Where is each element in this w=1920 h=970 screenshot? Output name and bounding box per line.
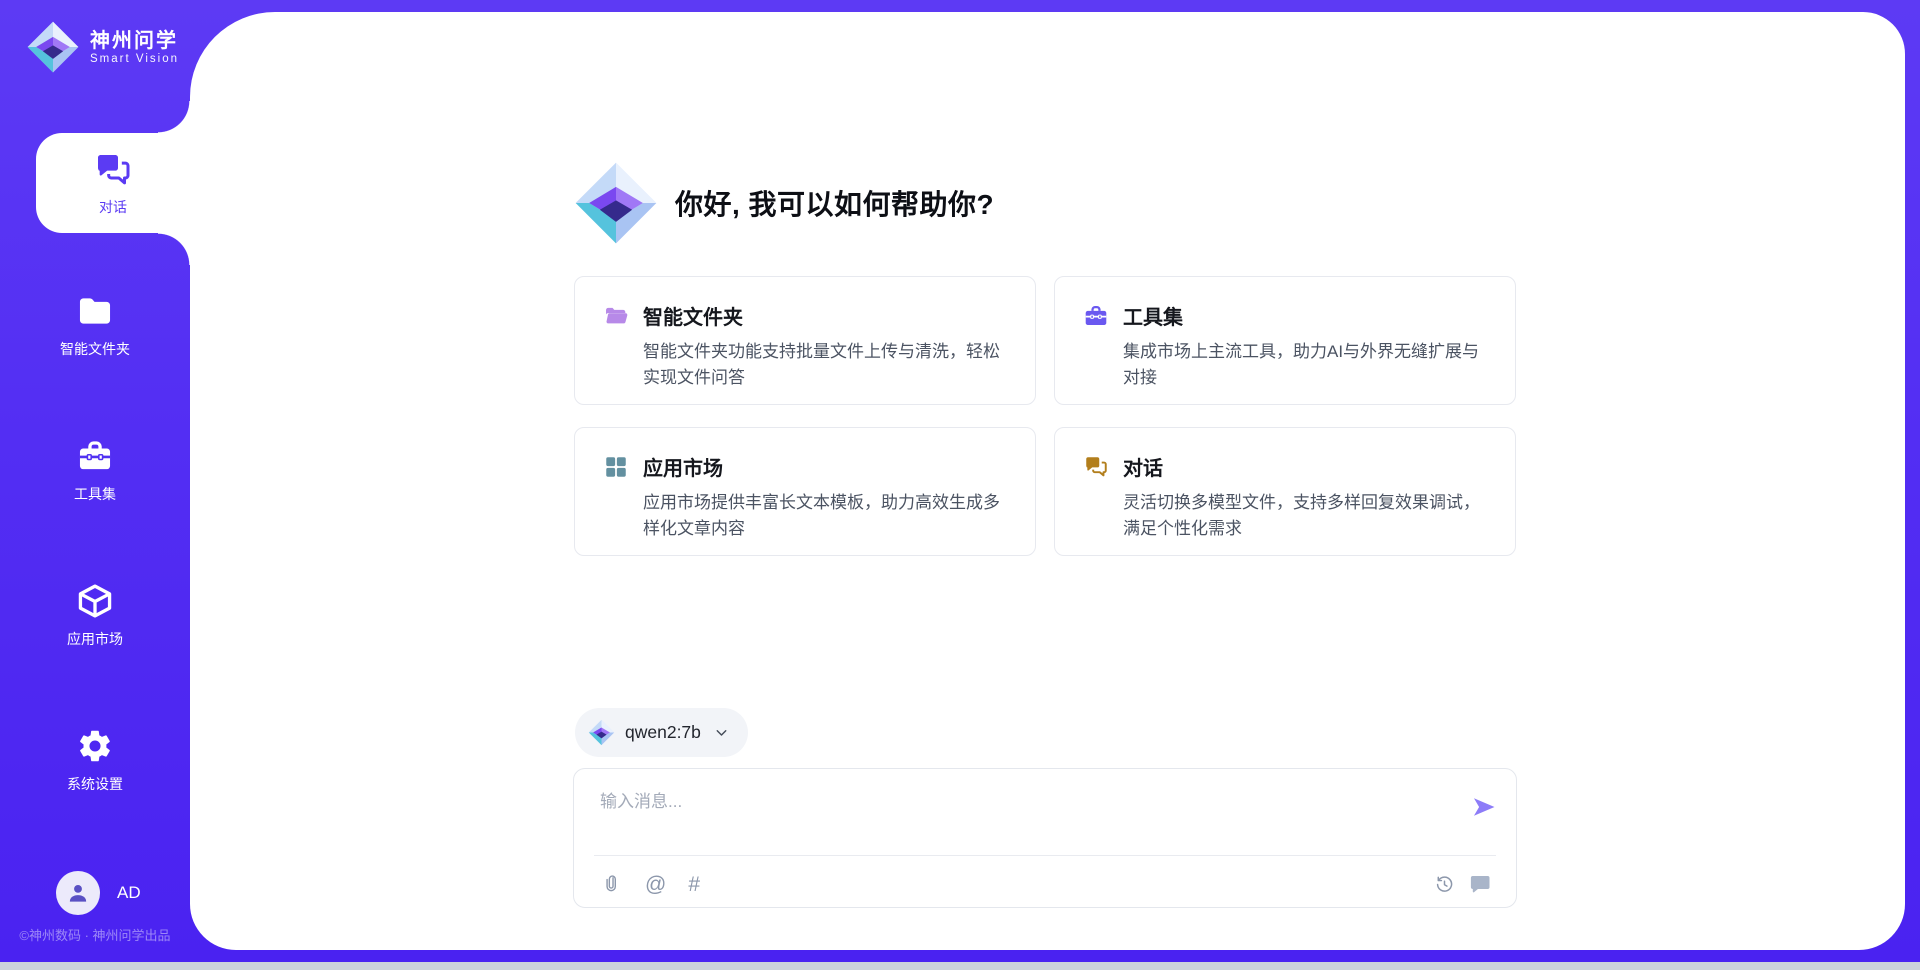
copyright-text: ©神州数码 · 神州问学出品 [0, 925, 190, 944]
chat-bubbles-icon [1083, 454, 1109, 480]
app-screen: 神州问学 Smart Vision 对话 智能文件夹 [0, 0, 1920, 970]
card-chat[interactable]: 对话 灵活切换多模型文件，支持多样回复效果调试，满足个性化需求 [1054, 427, 1516, 556]
active-item-bottom-curve [158, 233, 190, 265]
sidebar-item-label: 对话 [99, 197, 127, 217]
card-title: 应用市场 [643, 452, 723, 481]
model-selector[interactable]: qwen2:7b [575, 708, 748, 757]
brand-subtitle: Smart Vision [90, 53, 179, 65]
person-icon [65, 880, 91, 906]
card-title: 工具集 [1123, 301, 1183, 330]
topic-button[interactable]: # [688, 874, 700, 895]
sidebar-item-market[interactable]: 应用市场 [0, 567, 190, 663]
composer-toolbar: @ # [602, 869, 1492, 899]
brand-title: 神州问学 [90, 30, 179, 53]
sidebar-item-folders[interactable]: 智能文件夹 [0, 277, 190, 373]
folder-open-icon [603, 303, 629, 329]
user-menu[interactable]: AD [56, 871, 141, 915]
app-grid-icon [603, 454, 629, 480]
brand-logo: 神州问学 Smart Vision [26, 20, 179, 74]
avatar [56, 871, 100, 915]
page-bottom-edge [0, 962, 1920, 970]
send-icon [1470, 793, 1498, 821]
message-composer: @ # [573, 768, 1517, 908]
main-panel: 你好, 我可以如何帮助你? 智能文件夹 智能文件夹功能支持批量文件上传与清洗，轻… [190, 12, 1905, 950]
sidebar-item-label: 系统设置 [67, 774, 123, 794]
send-button[interactable] [1470, 793, 1498, 821]
gear-icon [76, 727, 114, 765]
sidebar: 神州问学 Smart Vision 对话 智能文件夹 [0, 0, 190, 962]
sidebar-item-chat[interactable]: 对话 [36, 133, 190, 233]
toolbox-icon [76, 437, 114, 475]
card-app-market[interactable]: 应用市场 应用市场提供丰富长文本模板，助力高效生成多样化文章内容 [574, 427, 1036, 556]
card-description: 灵活切换多模型文件，支持多样回复效果调试，满足个性化需求 [1123, 490, 1487, 541]
card-description: 智能文件夹功能支持批量文件上传与清洗，轻松实现文件问答 [643, 339, 1007, 390]
message-input[interactable] [600, 787, 1450, 843]
sidebar-item-label: 智能文件夹 [60, 339, 130, 359]
folder-icon [76, 292, 114, 330]
assistant-gem-icon [573, 160, 659, 246]
card-description: 应用市场提供丰富长文本模板，助力高效生成多样化文章内容 [643, 490, 1007, 541]
mention-button[interactable]: @ [645, 874, 666, 895]
card-title: 智能文件夹 [643, 301, 743, 330]
chevron-down-icon [713, 724, 730, 741]
paperclip-icon [602, 874, 623, 895]
hash-icon: # [688, 874, 700, 895]
feature-cards: 智能文件夹 智能文件夹功能支持批量文件上传与清洗，轻松实现文件问答 工具集 集成… [574, 276, 1516, 556]
at-icon: @ [645, 874, 666, 895]
card-toolset[interactable]: 工具集 集成市场上主流工具，助力AI与外界无缝扩展与对接 [1054, 276, 1516, 405]
user-initials: AD [117, 883, 141, 903]
cube-icon [76, 582, 114, 620]
active-item-top-curve [158, 101, 190, 133]
history-icon [1434, 874, 1455, 895]
comment-icon [1468, 872, 1492, 896]
sidebar-item-label: 应用市场 [67, 629, 123, 649]
greeting-text: 你好, 我可以如何帮助你? [675, 183, 994, 223]
chat-bubbles-icon [93, 150, 133, 190]
card-description: 集成市场上主流工具，助力AI与外界无缝扩展与对接 [1123, 339, 1487, 390]
card-title: 对话 [1123, 452, 1163, 481]
greeting: 你好, 我可以如何帮助你? [573, 160, 994, 246]
model-gem-icon [588, 719, 615, 746]
toolbox-icon [1083, 303, 1109, 329]
sidebar-item-settings[interactable]: 系统设置 [0, 712, 190, 808]
brand-gem-icon [26, 20, 80, 74]
sidebar-item-tools[interactable]: 工具集 [0, 422, 190, 518]
attach-file-button[interactable] [602, 874, 623, 895]
card-smart-folders[interactable]: 智能文件夹 智能文件夹功能支持批量文件上传与清洗，轻松实现文件问答 [574, 276, 1036, 405]
composer-divider [594, 855, 1496, 856]
history-button[interactable] [1434, 874, 1455, 895]
sidebar-item-label: 工具集 [74, 484, 116, 504]
model-name: qwen2:7b [625, 722, 701, 743]
feedback-button[interactable] [1468, 872, 1492, 896]
